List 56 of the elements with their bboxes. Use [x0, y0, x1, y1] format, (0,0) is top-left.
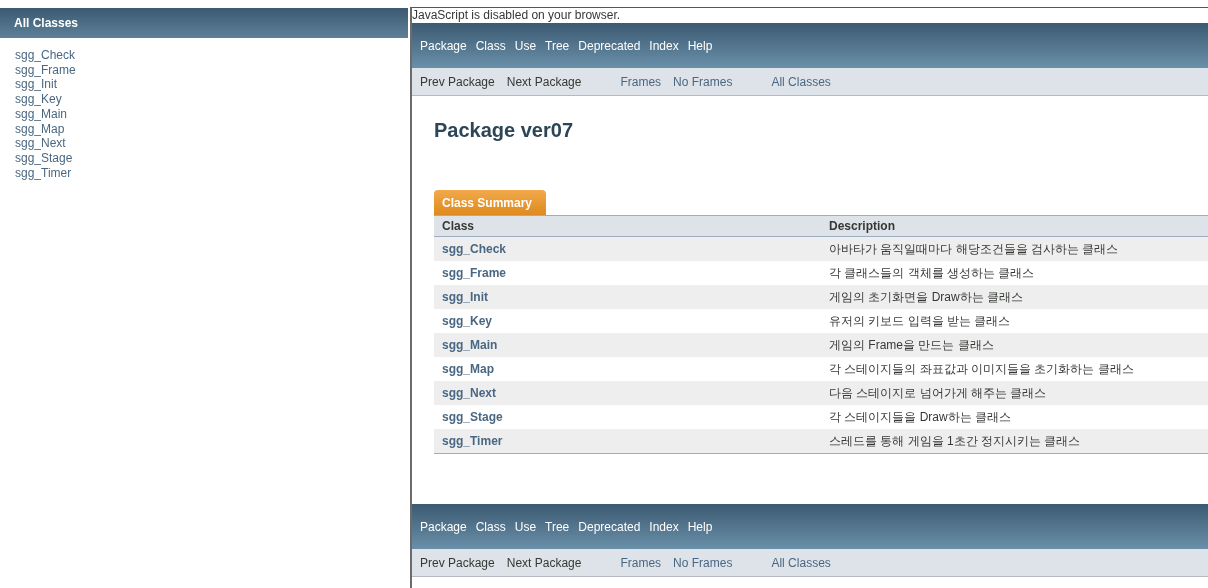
type-name-link[interactable]: sgg_Check [442, 242, 507, 256]
nav-label: Next Package [506, 555, 582, 570]
nav-link[interactable]: No Frames [673, 74, 733, 89]
nav-link[interactable]: Class [475, 519, 506, 534]
table-cell: 다음 스테이지로 넘어가게 해주는 클래스 [827, 381, 1208, 405]
table-cell: 게임의 초기화면을 Draw하는 클래스 [827, 285, 1208, 309]
type-name-link[interactable]: sgg_Init [442, 290, 488, 304]
type-name-link[interactable]: sgg_Init [15, 77, 58, 92]
nav-link[interactable]: Help [687, 519, 713, 534]
type-name-link[interactable]: sgg_Next [442, 386, 497, 400]
table-cell: 각 클래스들의 객체를 생성하는 클래스 [827, 261, 1208, 285]
nav-link[interactable]: Package [420, 38, 467, 53]
type-name-link[interactable]: sgg_Main [442, 338, 498, 352]
nav-link[interactable]: Use [514, 519, 537, 534]
type-name-link[interactable]: sgg_Main [15, 106, 68, 121]
nav-link[interactable]: Help [687, 38, 713, 53]
type-name-link[interactable]: sgg_Next [15, 136, 66, 151]
nav-link[interactable]: Frames [620, 74, 662, 89]
type-name-link[interactable]: sgg_Stage [15, 150, 73, 165]
nav-label: Prev Package [420, 74, 495, 89]
table-cell: 아바타가 움직일때마다 해당조건들을 검사하는 클래스 [827, 236, 1208, 261]
sidebar-header: All Classes [0, 8, 408, 38]
nav-link[interactable]: All Classes [771, 74, 831, 89]
nav-link[interactable]: Deprecated [578, 519, 641, 534]
type-name-link[interactable]: sgg_Check [15, 48, 76, 62]
nav-link[interactable]: Tree [545, 519, 570, 534]
type-name-link[interactable]: sgg_Map [15, 121, 65, 136]
type-name-link[interactable]: sgg_Map [442, 362, 494, 376]
type-name-link[interactable]: sgg_Timer [442, 434, 503, 448]
table-cell: 스레드를 통해 게임을 1초간 정지시키는 클래스 [827, 429, 1208, 454]
type-name-link[interactable]: sgg_Frame [15, 62, 76, 77]
page-title: Package ver07 [434, 118, 574, 142]
type-name-link[interactable]: sgg_Key [15, 92, 62, 107]
notice-text: JavaScript is disabled on your browser. [412, 8, 622, 23]
nav-link[interactable]: Tree [545, 38, 570, 53]
nav-link[interactable]: No Frames [673, 555, 733, 570]
nav-link[interactable]: Index [649, 519, 679, 534]
type-name-link[interactable]: sgg_Key [442, 314, 493, 328]
column-header: Class [434, 215, 827, 237]
nav-link[interactable]: Use [514, 38, 537, 53]
type-name-link[interactable]: sgg_Stage [442, 410, 503, 424]
nav-label: Next Package [506, 74, 582, 89]
nav-link[interactable]: Deprecated [578, 38, 641, 53]
table-cell: 게임의 Frame을 만드는 클래스 [827, 333, 1208, 357]
nav-link[interactable]: All Classes [771, 555, 831, 570]
type-name-link[interactable]: sgg_Frame [442, 266, 507, 280]
table-cell: 각 스테이지들을 Draw하는 클래스 [827, 405, 1208, 429]
column-header: Description [827, 215, 1208, 237]
table-cell: 각 스테이지들의 좌표값과 이미지들을 초기화하는 클래스 [827, 357, 1208, 381]
nav-link[interactable]: Package [420, 519, 467, 534]
nav-label: Prev Package [420, 555, 495, 570]
nav-link[interactable]: Frames [620, 555, 662, 570]
nav-link[interactable]: Class [475, 38, 506, 53]
type-name-link[interactable]: sgg_Timer [15, 165, 72, 180]
nav-link[interactable]: Index [649, 38, 679, 53]
table-cell: 유저의 키보드 입력을 받는 클래스 [827, 309, 1208, 333]
